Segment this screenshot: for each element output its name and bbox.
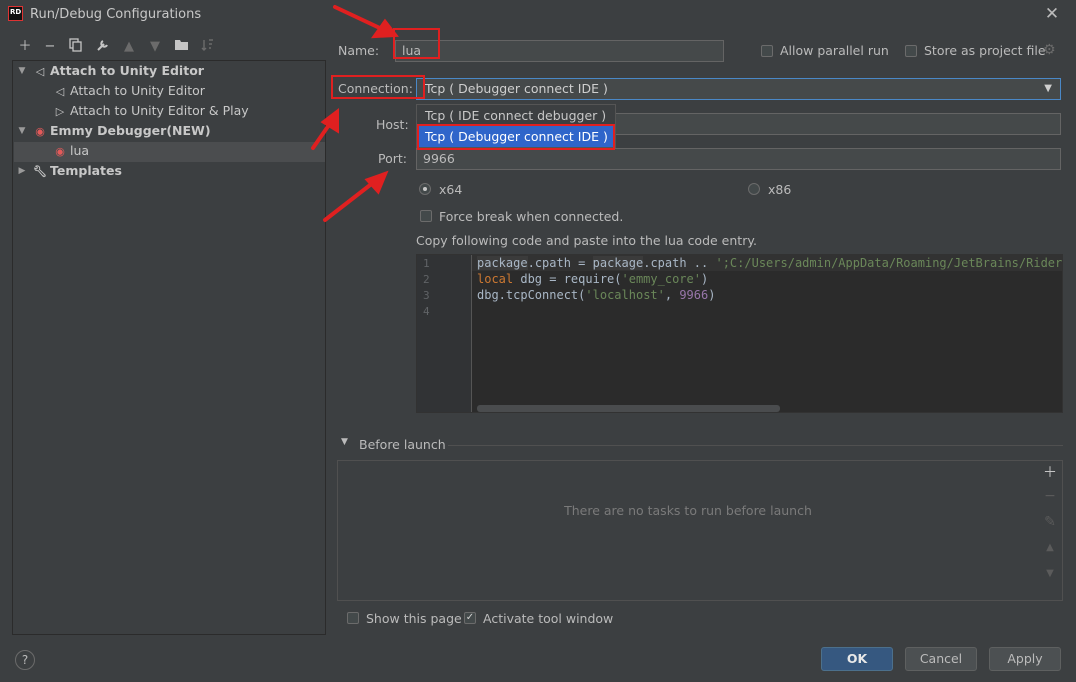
annotation-arrow	[323, 180, 376, 222]
annotation-arrow	[333, 5, 386, 32]
annotation-arrows	[311, 5, 399, 222]
annotation-arrow-head	[370, 18, 399, 39]
annotation-arrow-head	[364, 170, 389, 195]
